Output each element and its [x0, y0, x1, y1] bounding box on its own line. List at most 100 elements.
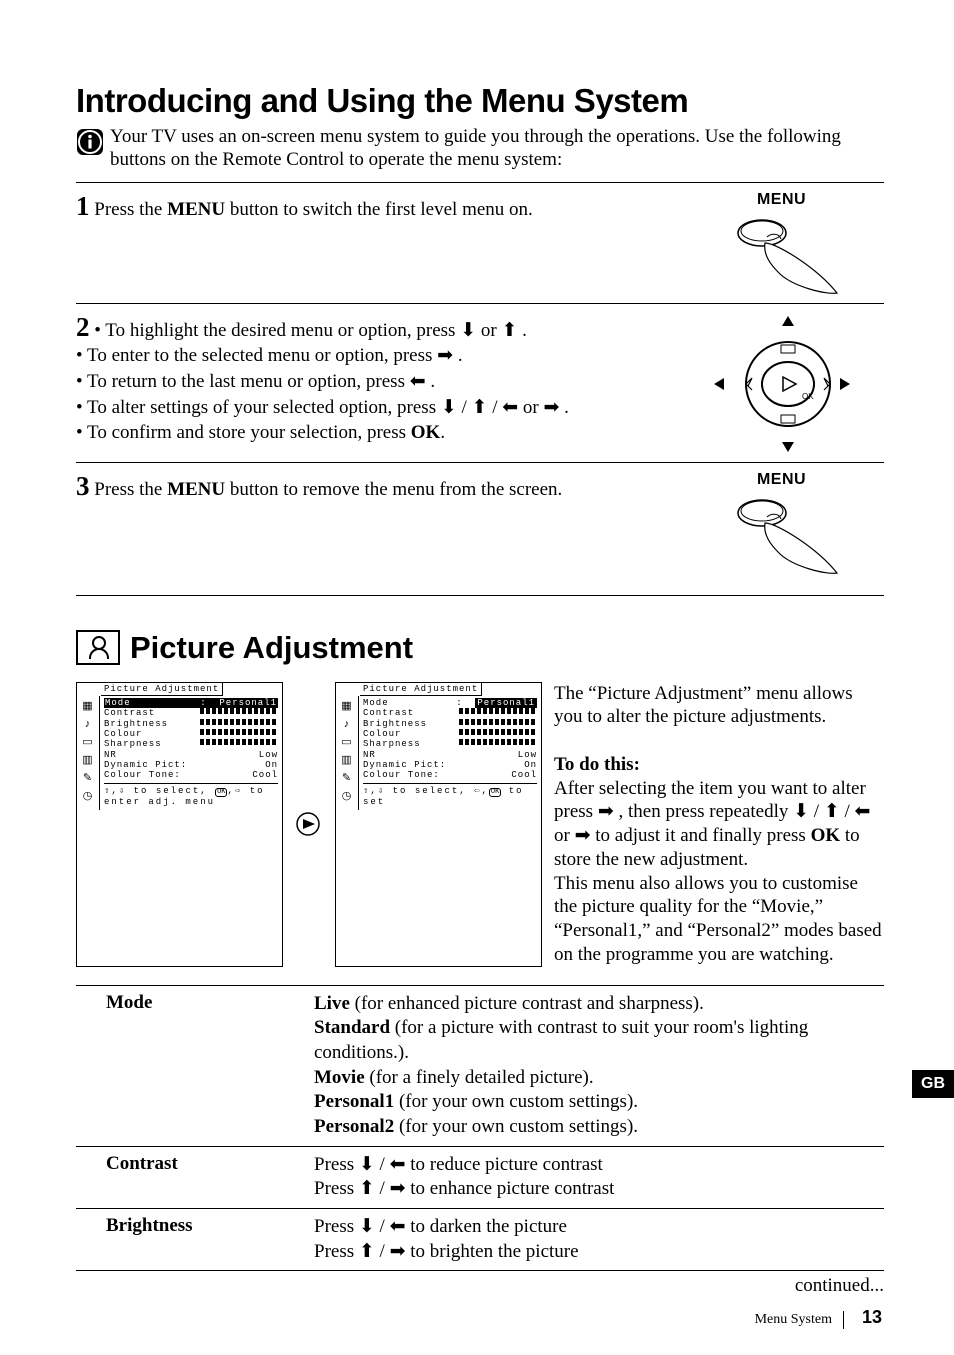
menu-tone-label: Colour Tone: [104, 770, 181, 780]
left-arrow-icon: ⬅ [502, 397, 518, 418]
menu-nr-value: Low [518, 750, 537, 760]
ok-dpad-illustration: OK [712, 314, 852, 454]
spec-std-b: Standard [314, 1017, 390, 1038]
spec-p2-t: (for your own custom settings). [394, 1116, 638, 1137]
spec-c1b: to reduce picture contrast [406, 1154, 603, 1175]
step2-b-end: . [453, 345, 463, 366]
continued-text: continued... [76, 1275, 884, 1297]
menu-contrast-label: Contrast [363, 708, 414, 718]
step2-line-d: • To alter settings of your selected opt… [76, 397, 441, 418]
up-arrow-icon: ⬆ [824, 801, 840, 822]
menu-tone-value: Cool [252, 770, 278, 780]
menu-mode-value-1: Personal1 [219, 698, 277, 708]
menu-dynamic-value: On [265, 760, 278, 770]
sidebar-toolbox-icon: ✎ [77, 771, 99, 787]
step2-line-b: • To enter to the selected menu or optio… [76, 345, 437, 366]
right-arrow-icon: ➡ [575, 825, 591, 846]
spec-live-t: (for enhanced picture contrast and sharp… [350, 993, 704, 1014]
sidebar-picture-icon: ▦ [336, 699, 358, 715]
right-arrow-icon: ➡ [390, 1241, 406, 1262]
menu-title-1: Picture Adjustment [101, 683, 223, 696]
pa-sep: / [809, 801, 824, 822]
menu-button-label-2: MENU [679, 471, 884, 489]
step3-post: button to remove the menu from the scree… [225, 479, 562, 500]
ok-label: OK [802, 392, 814, 401]
up-arrow-icon: ⬆ [359, 1178, 375, 1199]
up-arrow-icon: ⬆ [472, 397, 488, 418]
step2-line-e-post: . [440, 422, 445, 443]
picture-adjustment-icon [76, 630, 120, 665]
step2-ok-word: OK [411, 422, 441, 443]
menu-brightness-label: Brightness [363, 719, 427, 729]
menu-nr-label: NR [104, 750, 117, 760]
sidebar-timer-icon: ◷ [77, 789, 99, 805]
footer-section-label: Menu System [755, 1312, 832, 1327]
left-arrow-icon: ⬅ [855, 801, 871, 822]
step1-pre: Press the [94, 199, 167, 220]
spec-mode-label: Mode [76, 992, 314, 1140]
menu-nr-label: NR [363, 750, 376, 760]
spec-c1a: Press [314, 1154, 359, 1175]
ok-icon: OK [489, 788, 501, 797]
step-number-2: 2 [76, 312, 90, 342]
menu-mode-label: Mode [105, 698, 131, 708]
spec-b1b: to darken the picture [406, 1216, 567, 1237]
press-menu-illustration-2 [707, 493, 857, 577]
menu-screenshot-1: Picture Adjustment ▦ ♪ ▭ ▥ ✎ ◷ Mode: Per… [76, 682, 283, 967]
step-number-1: 1 [76, 191, 90, 221]
down-arrow-icon: ⬇ [460, 320, 476, 341]
spec-contrast-label: Contrast [76, 1153, 314, 1202]
menu-hint1a: to select, [134, 786, 208, 796]
right-arrow-icon: ➡ [544, 397, 560, 418]
menu-dynamic-value: On [524, 760, 537, 770]
step2-d-end: . [559, 397, 569, 418]
spec-p2-b: Personal2 [314, 1116, 394, 1137]
step3-pre: Press the [94, 479, 167, 500]
spec-mov-b: Movie [314, 1067, 365, 1088]
sidebar-timer-icon: ◷ [336, 789, 358, 805]
menu-screenshot-2: Picture Adjustment ▦ ♪ ▭ ▥ ✎ ◷ Mode: Per… [335, 682, 542, 967]
edge-tab-gb: GB [912, 1070, 954, 1098]
left-arrow-icon: ⬅ [390, 1154, 406, 1175]
sidebar-setup-icon: ▥ [77, 753, 99, 769]
up-arrow-icon: ⬆ [359, 1241, 375, 1262]
ok-icon: OK [215, 788, 227, 797]
pa-p2c: to adjust it and finally press [591, 825, 811, 846]
intro-text: Your TV uses an on-screen menu system to… [110, 126, 884, 172]
sidebar-setup-icon: ▥ [336, 753, 358, 769]
step2-line-a: • To highlight the desired menu or optio… [94, 320, 460, 341]
step2-or: or [476, 320, 501, 341]
spec-p1-b: Personal1 [314, 1091, 394, 1112]
menu-hint2a: to select, [393, 786, 467, 796]
menu-brightness-label: Brightness [104, 719, 168, 729]
sidebar-sound-icon: ♪ [336, 717, 358, 733]
step1-button-word: MENU [167, 199, 225, 220]
up-arrow-icon: ⬆ [501, 320, 517, 341]
menu-sharpness-label: Sharpness [104, 739, 162, 749]
down-arrow-icon: ⬇ [359, 1154, 375, 1175]
menu-contrast-label: Contrast [104, 708, 155, 718]
spec-brightness-label: Brightness [76, 1215, 314, 1264]
step2-or2: or [518, 397, 543, 418]
left-arrow-icon: ⬅ [410, 371, 426, 392]
right-arrow-icon: ➡ [598, 801, 614, 822]
spec-c2b: to enhance picture contrast [406, 1178, 615, 1199]
down-arrow-icon: ⬇ [793, 801, 809, 822]
pa-p2b: , then press repeatedly [614, 801, 793, 822]
sidebar-sound-icon: ♪ [77, 717, 99, 733]
step1-post: button to switch the first level menu on… [225, 199, 533, 220]
left-arrow-icon: ⬅ [390, 1216, 406, 1237]
spec-p1-t: (for your own custom settings). [394, 1091, 638, 1112]
menu-colour-label: Colour [363, 729, 401, 739]
spec-b1a: Press [314, 1216, 359, 1237]
spec-c2a: Press [314, 1178, 359, 1199]
step2-sep1: / [457, 397, 472, 418]
spec-mov-t: (for a finely detailed picture). [365, 1067, 594, 1088]
menu-mode-label: Mode [363, 698, 389, 708]
step2-line-c: • To return to the last menu or option, … [76, 371, 410, 392]
page-number: 13 [862, 1307, 882, 1327]
down-arrow-icon: ⬇ [441, 397, 457, 418]
menu-dynamic-label: Dynamic Pict: [363, 760, 446, 770]
sidebar-features-icon: ▭ [336, 735, 358, 751]
menu-tone-label: Colour Tone: [363, 770, 440, 780]
